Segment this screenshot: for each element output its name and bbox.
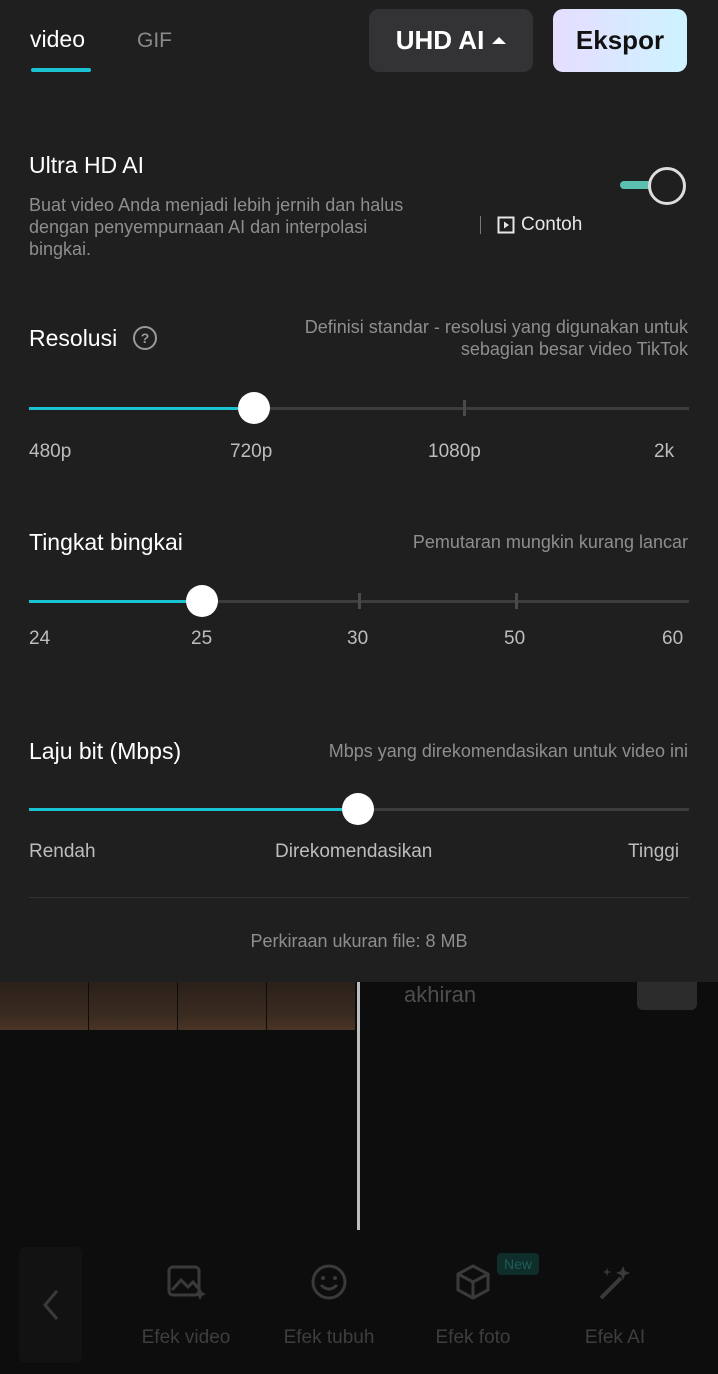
toolbar-label: Efek AI bbox=[584, 1327, 646, 1348]
video-thumbnail-strip[interactable] bbox=[0, 982, 356, 1030]
ultra-hd-description-line: bingkai. bbox=[29, 239, 92, 259]
example-label: Contoh bbox=[521, 214, 583, 235]
resolution-hint: Definisi standar - resolusi yang digunak… bbox=[305, 316, 688, 360]
frame-rate-option[interactable]: 30 bbox=[347, 628, 368, 650]
ultra-hd-description-line: Buat video Anda menjadi lebih jernih dan… bbox=[29, 195, 404, 215]
frame-rate-tick bbox=[515, 593, 518, 609]
bitrate-slider-fill bbox=[29, 808, 358, 811]
frame-rate-slider[interactable] bbox=[29, 585, 689, 617]
frame-rate-option[interactable]: 60 bbox=[662, 628, 683, 650]
add-clip-button[interactable] bbox=[637, 982, 697, 1010]
cube-icon bbox=[456, 1264, 490, 1300]
frame-rate-slider-thumb[interactable] bbox=[186, 585, 218, 617]
toolbar-label: Efek foto bbox=[435, 1327, 511, 1348]
toolbar-ai-effects[interactable]: Efek AI bbox=[555, 1262, 675, 1349]
bitrate-title: Laju bit (Mbps) bbox=[29, 738, 182, 764]
tab-gif[interactable]: GIF bbox=[137, 29, 172, 53]
resolution-option[interactable]: 720p bbox=[230, 441, 272, 463]
back-button[interactable] bbox=[19, 1247, 82, 1363]
toolbar-photo-effects[interactable]: Efek foto bbox=[413, 1262, 533, 1349]
frame-rate-tick bbox=[358, 593, 361, 609]
file-size-estimate: Perkiraan ukuran file: 8 MB bbox=[250, 931, 468, 951]
example-link[interactable]: Contoh bbox=[480, 214, 582, 236]
active-tab-indicator bbox=[31, 68, 91, 72]
tab-video[interactable]: video bbox=[30, 26, 85, 53]
play-icon bbox=[497, 216, 515, 234]
bitrate-option[interactable]: Tinggi bbox=[628, 841, 679, 863]
export-button[interactable]: Ekspor bbox=[553, 9, 687, 72]
frame-rate-hint: Pemutaran mungkin kurang lancar bbox=[412, 532, 688, 552]
timeline-playhead[interactable] bbox=[357, 982, 360, 1230]
frame-rate-option[interactable]: 25 bbox=[191, 628, 212, 650]
resolution-hint-line: sebagian besar video TikTok bbox=[460, 339, 688, 359]
video-frame-thumbnail bbox=[0, 982, 88, 1030]
magic-wand-icon bbox=[599, 1266, 630, 1300]
ultra-hd-description-line: dengan penyempurnaan AI dan interpolasi bbox=[29, 217, 368, 237]
frame-rate-title: Tingkat bingkai bbox=[29, 529, 183, 555]
chevron-left-icon bbox=[42, 1290, 58, 1320]
bitrate-slider[interactable] bbox=[29, 793, 689, 825]
ending-clip-label[interactable]: akhiran bbox=[404, 982, 476, 1008]
toolbar-video-effects[interactable]: Efek video bbox=[126, 1262, 246, 1349]
bitrate-slider-thumb[interactable] bbox=[342, 793, 374, 825]
frame-rate-slider-fill bbox=[29, 600, 202, 603]
face-icon bbox=[311, 1264, 347, 1300]
resolution-slider-thumb[interactable] bbox=[238, 392, 270, 424]
image-effect-icon bbox=[167, 1265, 206, 1300]
frame-rate-option[interactable]: 24 bbox=[29, 628, 50, 650]
ultra-hd-description: Buat video Anda menjadi lebih jernih dan… bbox=[29, 194, 403, 260]
divider bbox=[29, 897, 689, 898]
video-frame-thumbnail bbox=[267, 982, 355, 1030]
divider bbox=[480, 216, 481, 234]
toolbar-label: Efek tubuh bbox=[283, 1327, 375, 1348]
quality-dropdown-button[interactable]: UHD AI bbox=[369, 9, 533, 72]
help-icon[interactable]: ? bbox=[133, 326, 157, 350]
toolbar-label: Efek video bbox=[141, 1327, 231, 1348]
new-badge: New bbox=[497, 1253, 539, 1275]
export-settings-panel: video GIF UHD AI Ekspor Ultra HD AI Buat… bbox=[0, 0, 718, 982]
ultra-hd-title: Ultra HD AI bbox=[29, 152, 145, 178]
frame-rate-option[interactable]: 50 bbox=[504, 628, 525, 650]
video-frame-thumbnail bbox=[178, 982, 266, 1030]
resolution-title: Resolusi bbox=[29, 325, 118, 351]
bitrate-option[interactable]: Rendah bbox=[29, 841, 96, 863]
bitrate-hint: Mbps yang direkomendasikan untuk video i… bbox=[328, 741, 688, 761]
resolution-slider-fill bbox=[29, 407, 254, 410]
ultra-hd-toggle-knob[interactable] bbox=[648, 167, 686, 205]
quality-label: UHD AI bbox=[395, 25, 485, 55]
toolbar-body-effects[interactable]: Efek tubuh bbox=[269, 1262, 389, 1349]
resolution-option[interactable]: 480p bbox=[29, 441, 71, 463]
resolution-tick bbox=[463, 400, 466, 416]
caret-up-icon bbox=[492, 37, 507, 44]
video-frame-thumbnail bbox=[89, 982, 177, 1030]
resolution-option[interactable]: 1080p bbox=[428, 441, 481, 463]
resolution-slider[interactable] bbox=[29, 392, 689, 424]
resolution-hint-line: Definisi standar - resolusi yang digunak… bbox=[304, 317, 688, 337]
resolution-option[interactable]: 2k bbox=[654, 441, 674, 463]
bitrate-option[interactable]: Direkomendasikan bbox=[275, 841, 432, 863]
